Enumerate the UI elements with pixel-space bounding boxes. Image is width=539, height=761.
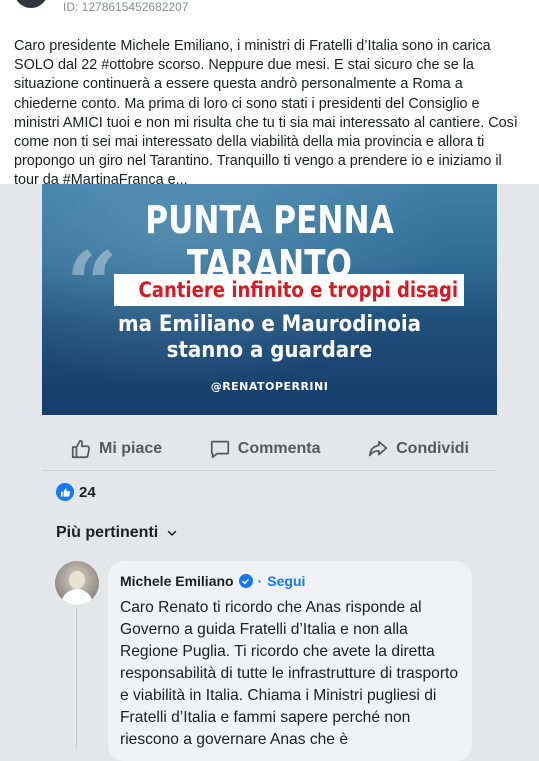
banner-title: PUNTA PENNA TARANTO [145, 198, 394, 286]
share-button[interactable]: Condividi [367, 438, 469, 460]
reaction-count: 24 [79, 483, 96, 501]
post-text: Caro presidente Michele Emiliano, i mini… [14, 38, 518, 189]
verified-badge-icon [238, 574, 253, 588]
chevron-down-icon [167, 530, 177, 536]
thread-line [76, 608, 77, 749]
post-id: ID: 1278615452682207 [63, 0, 189, 14]
comment-icon [210, 440, 229, 458]
like-label: Mi piace [99, 439, 163, 457]
share-label: Condividi [396, 439, 469, 457]
avatar-face [69, 571, 85, 589]
comments-filter-label: Più pertinenti [56, 524, 159, 541]
comment-button[interactable]: Commenta [209, 438, 321, 460]
post-actions: Mi piace Commenta Condividi [42, 427, 497, 471]
thumbs-up-icon [71, 439, 91, 458]
avatar-shirt [61, 589, 93, 605]
banner-handle: @RENATOPERRINI [210, 380, 329, 393]
comment-author[interactable]: Michele Emiliano [120, 573, 234, 589]
author-avatar[interactable] [14, 0, 48, 8]
separator-dot: · [257, 573, 263, 589]
banner-subtitle-line2: stanno a guardare [166, 338, 373, 363]
post-image[interactable]: PUNTA PENNA TARANTO “ Cantiere infinito … [42, 184, 497, 415]
banner-highlight-box: Cantiere infinito e troppi disagi [114, 274, 464, 306]
comment-label: Commenta [237, 439, 321, 457]
comment-header: Michele Emiliano · Segui [120, 573, 305, 589]
banner-subtitle: ma Emiliano e Maurodinoia stanno a guard… [65, 312, 475, 364]
comment-avatar[interactable] [55, 561, 99, 605]
share-icon [368, 440, 388, 456]
post-card: ID: 1278615452682207 Caro presidente Mic… [0, 0, 539, 188]
banner-subtitle-line1: ma Emiliano e Maurodinoia [117, 312, 422, 337]
like-badge-icon [56, 483, 74, 501]
comment-bubble: Michele Emiliano · Segui Caro Renato ti … [108, 561, 472, 761]
follow-button[interactable]: Segui [267, 573, 305, 589]
reactions-summary[interactable]: 24 [56, 483, 96, 501]
comment-text: Caro Renato ti ricordo che Anas risponde… [120, 599, 459, 748]
like-button[interactable]: Mi piace [70, 438, 162, 460]
banner-highlight: Cantiere infinito e troppi disagi [138, 278, 459, 302]
comments-filter[interactable]: Più pertinenti [56, 524, 178, 542]
